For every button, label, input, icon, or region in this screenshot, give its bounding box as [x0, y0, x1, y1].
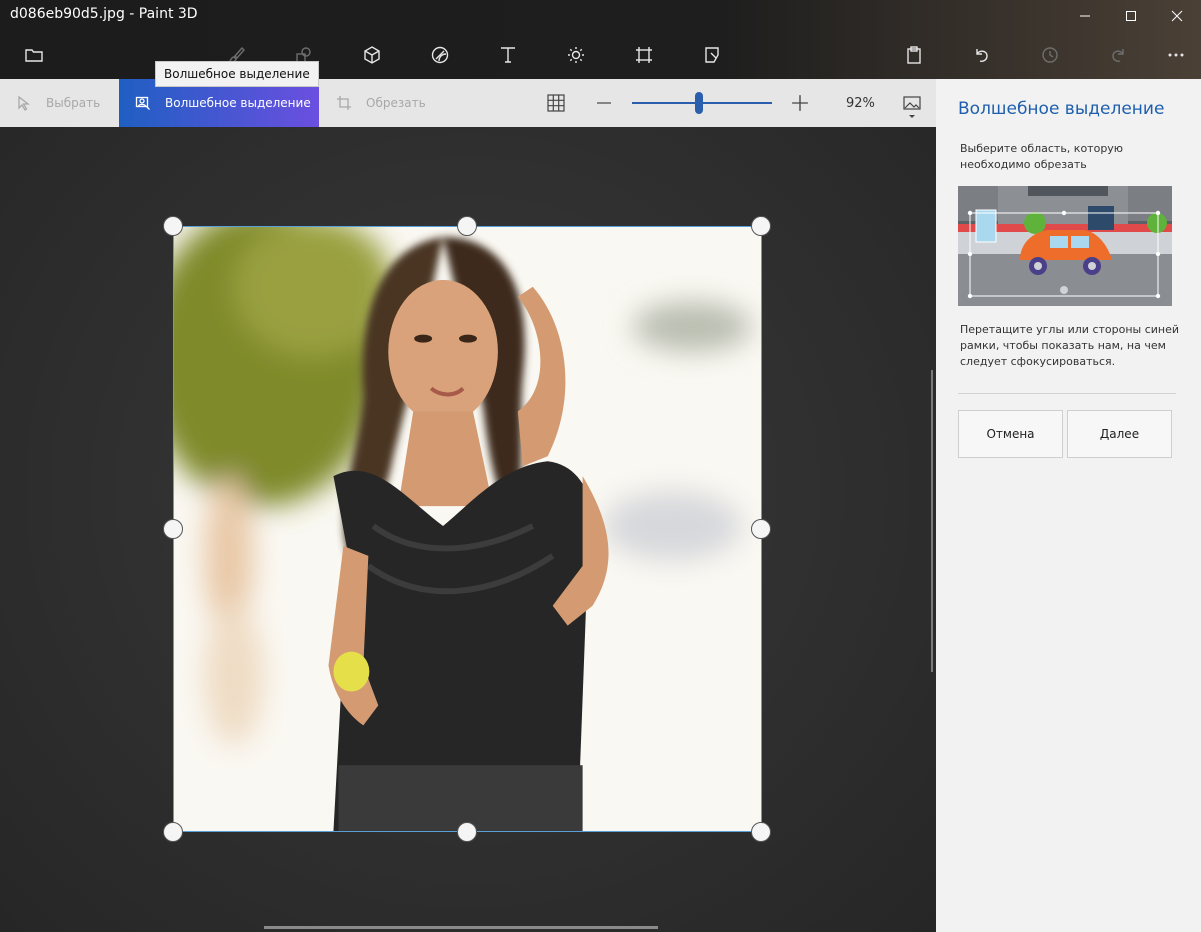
photo-canvas[interactable]	[173, 226, 762, 832]
close-button[interactable]	[1154, 0, 1200, 32]
tooltip: Волшебное выделение	[155, 61, 319, 87]
magic-select-icon	[135, 96, 150, 110]
magic-select-tool-label: Волшебное выделение	[165, 96, 311, 110]
crop-handle-bottom-right[interactable]	[751, 822, 771, 842]
stickers-button[interactable]	[425, 40, 455, 70]
horizontal-scrollbar[interactable]	[264, 926, 658, 929]
panel-description: Выберите область, которую необходимо обр…	[960, 142, 1124, 171]
more-button[interactable]	[1161, 40, 1191, 70]
effects-button[interactable]	[561, 40, 591, 70]
cursor-icon	[18, 95, 30, 111]
view-image-icon[interactable]	[902, 94, 922, 120]
vertical-scrollbar[interactable]	[931, 370, 933, 672]
more-icon	[1168, 53, 1184, 57]
cancel-button[interactable]: Отмена	[958, 410, 1063, 458]
select-tool-label: Выбрать	[46, 96, 101, 110]
zoom-percentage: 92%	[846, 96, 875, 111]
redo-icon	[1112, 49, 1124, 62]
window-title: d086eb90d5.jpg - Paint 3D	[10, 6, 198, 22]
menu-button[interactable]	[19, 40, 49, 70]
crop-handle-top-left[interactable]	[163, 216, 183, 236]
crop-handle-top-right[interactable]	[751, 216, 771, 236]
crop-handle-right[interactable]	[751, 519, 771, 539]
minus-icon	[597, 102, 611, 104]
panel-divider	[958, 393, 1176, 394]
canvas-icon	[636, 47, 652, 63]
crop-handle-bottom[interactable]	[457, 822, 477, 842]
3d-shapes-icon	[364, 46, 380, 64]
panel-title: Волшебное выделение	[958, 99, 1165, 119]
undo-button[interactable]	[967, 40, 997, 70]
plus-icon	[792, 95, 808, 111]
text-button[interactable]	[493, 40, 523, 70]
history-icon	[1042, 47, 1058, 63]
minimize-icon	[1080, 15, 1090, 17]
tutorial-illustration	[958, 186, 1172, 306]
minimize-button[interactable]	[1062, 0, 1108, 32]
effects-icon	[568, 47, 584, 63]
crop-tool-label: Обрезать	[366, 96, 426, 110]
paste-button[interactable]	[899, 40, 929, 70]
photo-image	[174, 227, 761, 831]
zoom-in-button[interactable]	[790, 93, 810, 113]
redo-button[interactable]	[1103, 40, 1133, 70]
maximize-button[interactable]	[1108, 0, 1154, 32]
crop-handle-top[interactable]	[457, 216, 477, 236]
crop-handle-left[interactable]	[163, 519, 183, 539]
magic-select-panel: Волшебное выделение Выберите область, ко…	[936, 79, 1201, 932]
menu-folder-icon	[25, 49, 43, 62]
maximize-icon	[1126, 11, 1136, 21]
crop-handle-bottom-left[interactable]	[163, 822, 183, 842]
zoom-slider[interactable]	[632, 92, 772, 114]
undo-icon	[976, 49, 988, 62]
3d-library-icon	[705, 47, 719, 63]
text-icon	[501, 47, 515, 63]
crop-tool-button[interactable]: Обрезать	[336, 79, 426, 127]
canvas-button[interactable]	[629, 40, 659, 70]
3d-library-button[interactable]	[697, 40, 727, 70]
select-tool-button[interactable]: Выбрать	[16, 79, 100, 127]
close-icon	[1171, 10, 1183, 22]
next-button[interactable]: Далее	[1067, 410, 1172, 458]
paste-icon	[907, 46, 921, 64]
panel-hint: Перетащите углы или стороны синей рамки,…	[960, 323, 1180, 368]
zoom-slider-thumb[interactable]	[695, 92, 704, 114]
grid-icon[interactable]	[546, 93, 566, 113]
stickers-icon	[431, 46, 449, 64]
3d-shapes-button[interactable]	[357, 40, 387, 70]
history-button[interactable]	[1035, 40, 1065, 70]
crop-icon	[337, 96, 351, 110]
zoom-out-button[interactable]	[594, 93, 614, 113]
